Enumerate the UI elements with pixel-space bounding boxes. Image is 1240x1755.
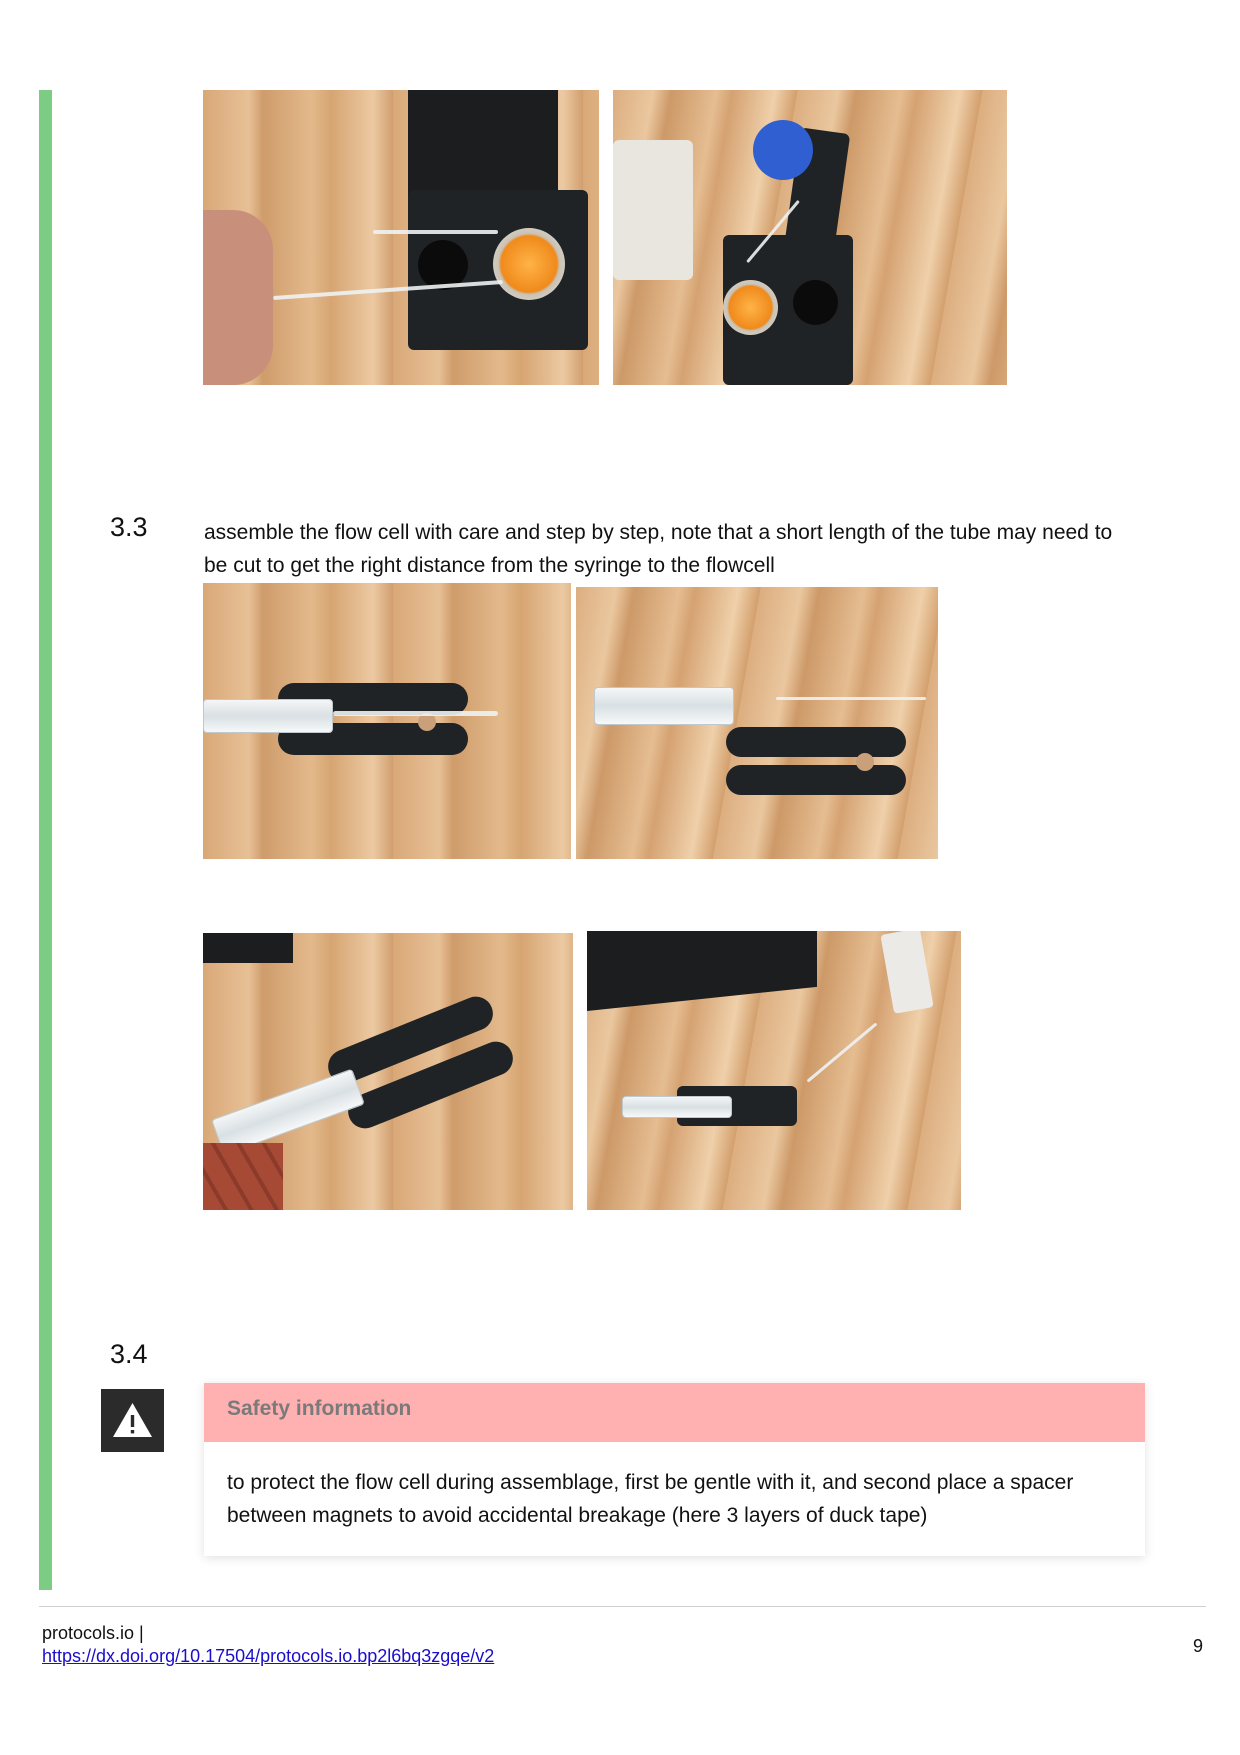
flowcell-photo-3 [203,933,573,1210]
step-description: assemble the flow cell with care and ste… [204,521,1113,577]
safety-information-box: Safety information to protect the flow c… [204,1383,1145,1556]
safety-title: Safety information [204,1383,1145,1442]
flowcell-photo-2 [576,587,938,859]
pump-assembly-photo-2 [613,90,1007,385]
step-number: 3.3 [110,512,148,542]
footer-site-name: protocols.io | [42,1623,144,1643]
doi-link[interactable]: https://dx.doi.org/10.17504/protocols.io… [42,1646,494,1667]
page-number: 9 [1193,1636,1204,1656]
warning-icon [101,1389,164,1452]
flowcell-photo-1 [203,583,571,859]
flowcell-photo-4 [587,931,961,1210]
footer-divider [39,1606,1206,1607]
safety-body: to protect the flow cell during assembla… [227,1471,1074,1527]
step-indicator-bar [39,90,52,1590]
pump-assembly-photo-1 [203,90,599,385]
step-number: 3.4 [110,1339,148,1369]
